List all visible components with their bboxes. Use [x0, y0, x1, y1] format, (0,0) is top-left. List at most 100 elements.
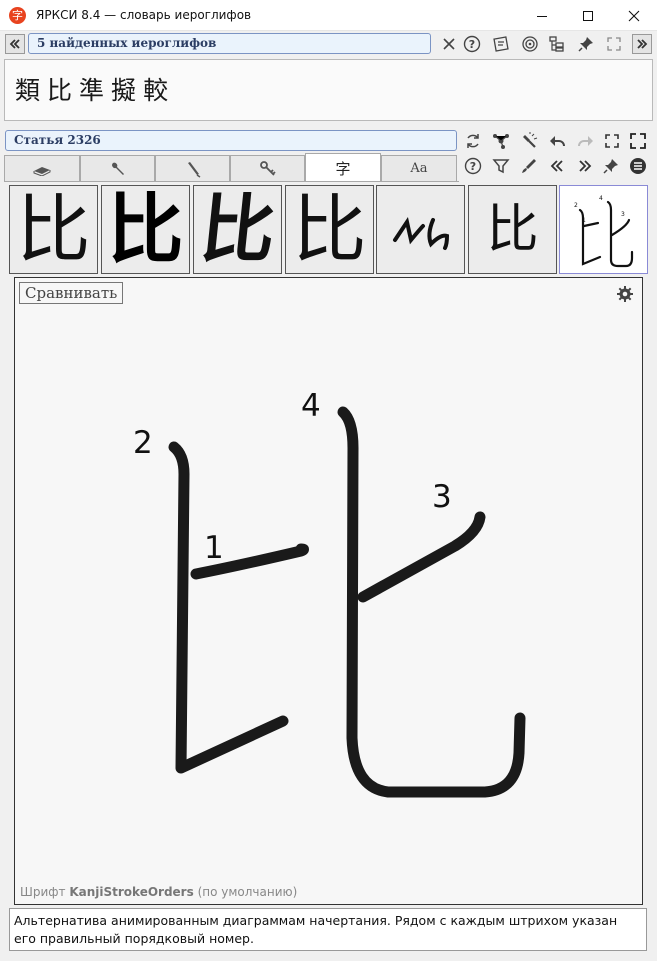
- kanji-hit[interactable]: 準: [79, 76, 104, 105]
- kanji-hit[interactable]: 較: [143, 76, 168, 105]
- glyph-variant[interactable]: [376, 185, 465, 274]
- network-icon: [493, 134, 509, 149]
- glyph-variant[interactable]: 比: [468, 185, 557, 274]
- glyph-variant[interactable]: 比: [285, 185, 374, 274]
- search-results-field[interactable]: 5 найденных иероглифов: [28, 33, 431, 54]
- svg-text:?: ?: [469, 38, 475, 51]
- pin-button[interactable]: [575, 33, 597, 55]
- stroke-2: [168, 441, 289, 774]
- forward-arrow-icon: [578, 136, 593, 147]
- menu-button[interactable]: [627, 155, 649, 177]
- highlight-button[interactable]: [519, 130, 541, 152]
- help-button-2[interactable]: ?: [462, 155, 484, 177]
- cursive-glyph-drawing: [392, 216, 449, 250]
- forward-button[interactable]: [575, 130, 597, 152]
- clear-icon: [443, 38, 455, 50]
- back-arrow-icon: [550, 136, 565, 147]
- menu-icon: [630, 158, 646, 174]
- maximize-button[interactable]: [565, 0, 611, 31]
- stroke-order-diagram: 1 2 3 4: [14, 277, 643, 905]
- compare-button[interactable]: Сравнивать: [19, 282, 124, 304]
- tab-tools[interactable]: [80, 155, 155, 181]
- glyph-variant-selected[interactable]: 2 1 3 4: [559, 185, 648, 274]
- fit-icon: [607, 37, 621, 51]
- refresh-button[interactable]: [462, 130, 484, 152]
- tree-button[interactable]: [546, 33, 568, 55]
- draw-button[interactable]: [518, 155, 540, 177]
- fit-button[interactable]: [603, 33, 625, 55]
- kanji-hit[interactable]: 類: [15, 76, 40, 105]
- back-button[interactable]: [546, 130, 568, 152]
- fullscreen-button[interactable]: [627, 130, 649, 152]
- kanji-hit-list: 類比準擬較: [15, 71, 175, 107]
- svg-text:3: 3: [621, 211, 625, 218]
- links-button[interactable]: [490, 130, 512, 152]
- tab-underline: [4, 181, 459, 182]
- tab-keys[interactable]: [230, 155, 305, 181]
- double-chevron-left-icon: [550, 160, 563, 172]
- font-name[interactable]: KanjiStrokeOrders: [69, 885, 193, 899]
- variant-glyph: 比: [486, 199, 539, 260]
- help-button[interactable]: ?: [461, 33, 483, 55]
- double-chevron-right-icon: [579, 160, 592, 172]
- window-title: ЯРКСИ 8.4 — словарь иероглифов: [36, 8, 252, 22]
- tab-fonts[interactable]: Aa: [381, 155, 457, 181]
- variant-glyph: 比: [16, 186, 91, 273]
- clear-button[interactable]: [438, 33, 460, 55]
- minimize-icon: [537, 15, 547, 17]
- notes-icon: [493, 36, 509, 52]
- tree-icon: [549, 36, 564, 52]
- notes-button[interactable]: [490, 33, 512, 55]
- svg-text:4: 4: [599, 195, 603, 202]
- svg-text:2: 2: [574, 202, 578, 209]
- wrench-icon: [111, 162, 124, 175]
- variant-glyph: 比: [195, 186, 280, 273]
- refresh-icon: [467, 134, 479, 148]
- stroke-number-3: 3: [432, 479, 452, 515]
- spiral-button[interactable]: [519, 33, 541, 55]
- key-icon: [259, 160, 276, 176]
- help-icon: ?: [464, 157, 482, 175]
- font-info-prefix: Шрифт: [20, 885, 66, 899]
- glyph-variant[interactable]: 比: [193, 185, 282, 274]
- fullscreen-icon: [630, 133, 646, 149]
- brush-icon: [187, 161, 200, 178]
- kanji-hit[interactable]: 擬: [111, 76, 136, 105]
- stroke-number-1: 1: [204, 530, 224, 566]
- book-icon: [33, 166, 51, 176]
- fit-article-button[interactable]: [601, 130, 623, 152]
- fit-icon: [605, 134, 619, 148]
- double-chevron-right-icon: [637, 39, 648, 49]
- stroke-order-drawing: 1 2 3 4: [133, 388, 526, 798]
- font-info: Шрифт KanjiStrokeOrders (по умолчанию): [20, 885, 297, 899]
- article-field[interactable]: Статья 2326: [5, 130, 457, 151]
- stroke-number-4: 4: [301, 388, 321, 424]
- glyph-variants: 比 比 比 比 比 2 1 3 4: [9, 185, 648, 274]
- stroke-order-thumbnail: 2 1 3 4: [574, 195, 634, 268]
- kanji-hit[interactable]: 比: [47, 76, 72, 105]
- pin-button-2[interactable]: [600, 155, 622, 177]
- tab-kanji[interactable]: 字: [305, 153, 381, 182]
- filter-button[interactable]: [490, 155, 512, 177]
- double-chevron-left-icon: [9, 39, 20, 49]
- settings-button[interactable]: [614, 283, 636, 305]
- stroke-3: [357, 511, 486, 603]
- app-icon: 字: [9, 7, 26, 24]
- prev-button[interactable]: [546, 155, 568, 177]
- expand-right-button[interactable]: [632, 34, 652, 54]
- spiral-icon: [522, 36, 538, 52]
- glyph-variant[interactable]: 比: [101, 185, 190, 274]
- next-button[interactable]: [574, 155, 596, 177]
- funnel-icon: [492, 159, 510, 174]
- minimize-button[interactable]: [519, 0, 565, 31]
- svg-text:1: 1: [582, 217, 586, 224]
- collapse-left-button[interactable]: [5, 34, 25, 54]
- variant-glyph: 比: [107, 185, 184, 274]
- svg-text:?: ?: [470, 160, 476, 173]
- maximize-icon: [583, 10, 593, 21]
- glyph-variant[interactable]: 比: [9, 185, 98, 274]
- stroke-number-2: 2: [133, 425, 153, 461]
- tab-dictionary[interactable]: [4, 155, 80, 181]
- tab-edit[interactable]: [155, 155, 230, 181]
- close-button[interactable]: [611, 0, 657, 31]
